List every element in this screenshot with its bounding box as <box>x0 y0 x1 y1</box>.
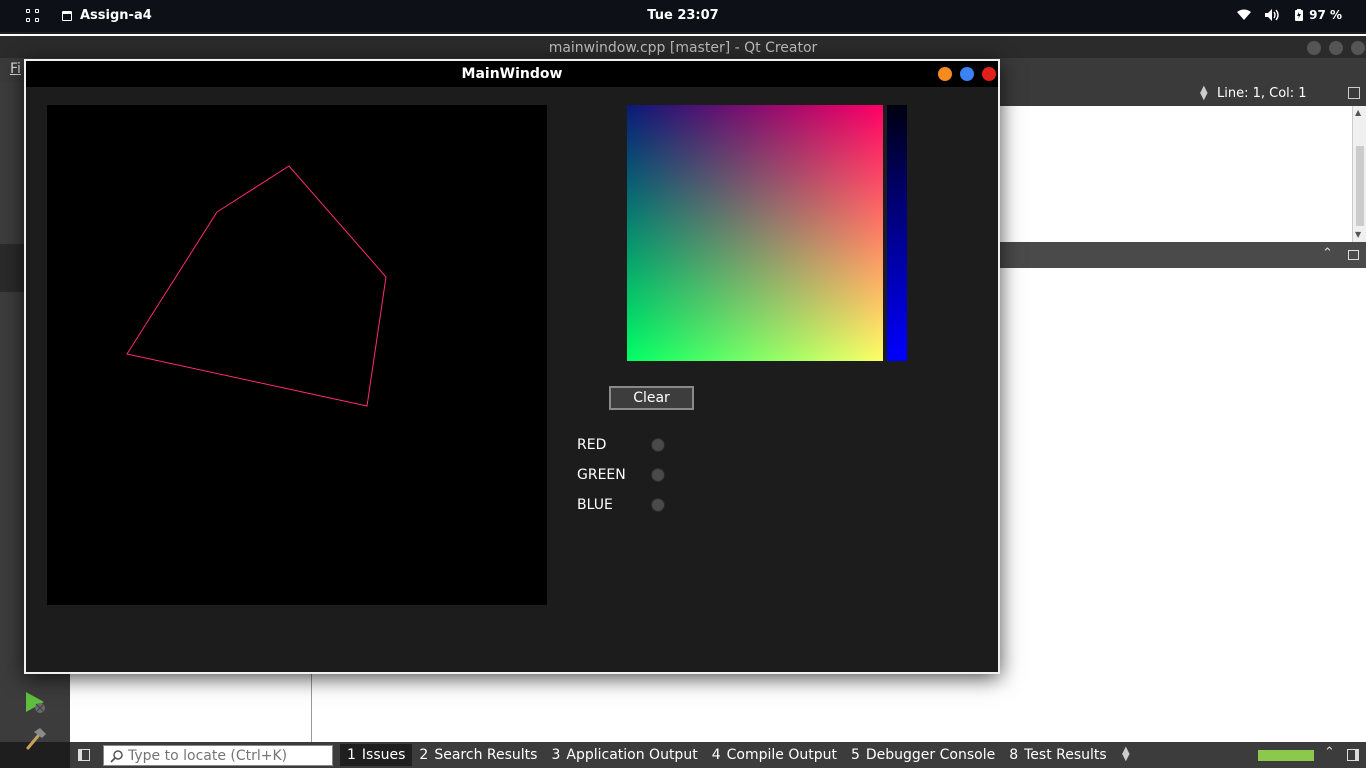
volume-icon <box>1265 9 1279 21</box>
run-debug-icon[interactable] <box>24 690 48 716</box>
chevron-up-icon[interactable]: ⌃ <box>1322 246 1333 261</box>
battery-icon <box>1295 9 1304 21</box>
qtc-close-button[interactable] <box>1351 41 1365 55</box>
main-window-title: MainWindow <box>461 66 563 82</box>
main-window: MainWindow Clear RED GREEN BLUE <box>24 59 1000 674</box>
locator-field[interactable] <box>103 745 333 766</box>
qt-creator-titlebar: mainwindow.cpp [master] - Qt Creator <box>0 34 1366 58</box>
radio-button-blue[interactable] <box>651 498 665 512</box>
drawing-canvas[interactable] <box>47 105 547 605</box>
main-window-titlebar[interactable]: MainWindow <box>26 61 998 87</box>
qtc-status-bar: 1Issues 2Search Results 3Application Out… <box>70 742 1366 768</box>
wifi-icon <box>1237 9 1252 20</box>
scroll-up-icon[interactable]: ▲ <box>1355 108 1361 117</box>
radio-label: RED <box>577 437 607 453</box>
minimize-button[interactable] <box>938 67 952 81</box>
clear-button[interactable]: Clear <box>609 386 694 410</box>
qt-creator-title: mainwindow.cpp [master] - Qt Creator <box>548 40 818 56</box>
qtc-pane-toolbar: ⌃ <box>1000 242 1366 268</box>
build-hammer-icon[interactable] <box>24 726 48 750</box>
radio-red[interactable]: RED <box>577 435 665 455</box>
qtc-code-editor[interactable] <box>1000 106 1352 242</box>
split-editor-icon[interactable] <box>1348 87 1360 99</box>
drawing-surface <box>126 165 387 407</box>
chevron-up-icon[interactable]: ⌃ <box>1324 745 1335 760</box>
radio-green[interactable]: GREEN <box>577 465 665 485</box>
tab-compile-output[interactable]: 4 Compile Output <box>705 744 844 766</box>
locator-input[interactable] <box>128 747 328 764</box>
qtc-editor-scrollbar[interactable]: ▲ ▼ <box>1352 106 1366 242</box>
radio-blue[interactable]: BLUE <box>577 495 665 515</box>
blue-channel-slider[interactable] <box>887 105 907 361</box>
clock[interactable]: Tue 23:07 <box>0 8 1366 23</box>
system-tray[interactable]: 97 % <box>1237 8 1342 22</box>
radio-label: BLUE <box>577 497 613 513</box>
tab-debugger-console[interactable]: 5 Debugger Console <box>844 744 1002 766</box>
qtc-lower-right-pane <box>312 674 1000 742</box>
output-pane-tabs: 1 Issues 2 Search Results 3 Application Out… <box>340 742 1114 768</box>
radio-button-green[interactable] <box>651 468 665 482</box>
qtc-editor-toolbar: ▲ ▼ Line: 1, Col: 1 <box>1000 82 1366 106</box>
close-button[interactable] <box>982 67 996 81</box>
build-progress-bar[interactable] <box>1258 750 1314 761</box>
qtc-lower-left-pane <box>70 674 312 742</box>
radio-label: GREEN <box>577 467 626 483</box>
battery-level: 97 % <box>1309 8 1342 22</box>
search-icon <box>110 750 123 763</box>
color-picker-square[interactable] <box>627 105 883 361</box>
radio-button-red[interactable] <box>651 438 665 452</box>
drawn-polygon <box>126 165 387 407</box>
qtc-mode-selected[interactable] <box>0 244 26 292</box>
qtc-minimize-button[interactable] <box>1307 41 1321 55</box>
tab-issues[interactable]: 1 Issues <box>340 744 413 766</box>
qtc-spin-icon[interactable]: ▲ ▼ <box>1200 85 1208 102</box>
toggle-sidebar-icon[interactable] <box>78 749 90 761</box>
menu-file[interactable]: Fi <box>10 61 21 77</box>
scroll-thumb[interactable] <box>1356 146 1364 226</box>
scroll-down-icon[interactable]: ▼ <box>1355 230 1361 239</box>
more-tabs-icon[interactable]: ▲ ▼ <box>1122 746 1130 763</box>
qtc-lower-pane <box>1000 268 1366 742</box>
system-top-bar: Assign-a4 Tue 23:07 97 % <box>0 0 1366 32</box>
tab-test-results[interactable]: 8 Test Results <box>1002 744 1114 766</box>
tab-search-results[interactable]: 2 Search Results <box>412 744 544 766</box>
cursor-position[interactable]: Line: 1, Col: 1 <box>1217 86 1307 101</box>
maximize-button[interactable] <box>960 67 974 81</box>
toggle-output-icon[interactable] <box>1347 749 1359 761</box>
tab-application-output[interactable]: 3 Application Output <box>544 744 704 766</box>
qtc-maximize-button[interactable] <box>1329 41 1343 55</box>
close-pane-icon[interactable] <box>1348 250 1359 260</box>
